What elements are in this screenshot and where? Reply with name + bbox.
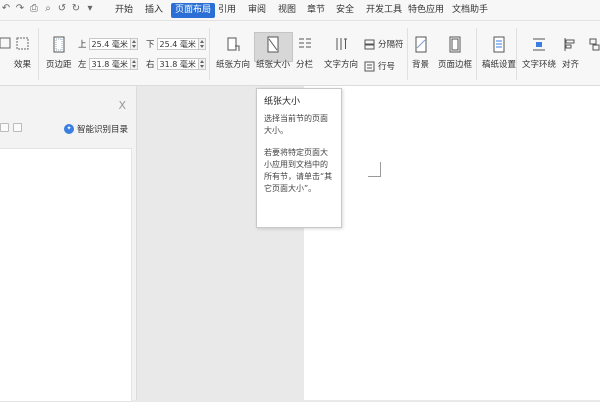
manuscript-icon	[493, 36, 505, 53]
group-icon	[589, 38, 600, 51]
tab-features[interactable]: 特色应用	[404, 3, 448, 18]
smart-toc-icon: ✦	[63, 124, 74, 134]
effects-button[interactable]: 效果	[14, 36, 31, 70]
margin-bottom-spinner[interactable]	[198, 38, 206, 50]
group-button[interactable]	[588, 36, 600, 54]
columns-icon	[298, 38, 311, 48]
undo-arrow-icon[interactable]: ↺	[56, 3, 68, 15]
paper-size-tooltip: 纸张大小 选择当前节的页面大小。 若要将特定页面大小应用到文档中的所有节，请单击…	[256, 88, 342, 228]
navigation-pane: X ✦ 智能识别目录	[0, 86, 137, 402]
separator-label: 分隔符	[378, 40, 404, 50]
line-number-button[interactable]: 行号	[364, 60, 395, 72]
margin-left-row: 左 31.8 毫米	[78, 58, 138, 70]
columns-button[interactable]: 分栏	[296, 36, 313, 70]
margin-right-spinner[interactable]	[198, 58, 206, 70]
background-button[interactable]: 背景	[412, 36, 429, 70]
theme-icon	[0, 37, 11, 49]
margins-button[interactable]: 页边距	[46, 36, 72, 70]
theme-button[interactable]	[0, 36, 14, 54]
effects-icon	[16, 37, 28, 50]
paper-size-icon	[267, 36, 279, 53]
text-wrap-button[interactable]: 文字环绕	[522, 36, 556, 70]
tab-view[interactable]: 视图	[274, 3, 300, 18]
margin-left-input[interactable]: 31.8 毫米	[88, 58, 131, 70]
tab-sections[interactable]: 章节	[303, 3, 329, 18]
manuscript-label: 稿纸设置	[482, 60, 517, 70]
tab-review[interactable]: 审阅	[244, 3, 270, 18]
page-border-icon	[449, 36, 461, 53]
margins-label: 页边距	[46, 60, 72, 70]
dropdown-icon[interactable]: ▾	[84, 3, 96, 15]
separator-icon	[364, 39, 375, 49]
text-direction-icon	[336, 38, 347, 50]
outline-list[interactable]	[0, 148, 132, 402]
redo-icon[interactable]: ↷	[14, 3, 26, 15]
margins-icon	[53, 36, 65, 53]
quick-access-toolbar: ↶ ↷ ⎙ ⌕ ↺ ↻ ▾	[0, 3, 96, 17]
tab-developer[interactable]: 开发工具	[362, 3, 406, 18]
page-border-button[interactable]: 页面边框	[438, 36, 472, 70]
margin-top-spinner[interactable]	[130, 38, 138, 50]
close-icon[interactable]: X	[118, 99, 126, 112]
pane-toggle-group	[0, 123, 22, 132]
smart-toc-button[interactable]: ✦ 智能识别目录	[63, 123, 128, 135]
align-icon	[564, 38, 574, 51]
print-icon[interactable]: ⎙	[28, 3, 40, 15]
tab-home[interactable]: 开始	[111, 3, 137, 18]
text-direction-label: 文字方向	[324, 60, 359, 70]
columns-label: 分栏	[296, 60, 314, 70]
text-wrap-icon	[533, 38, 545, 51]
preview-icon[interactable]: ⌕	[42, 3, 54, 15]
tab-insert[interactable]: 插入	[141, 3, 167, 18]
align-label: 对齐	[562, 60, 580, 70]
tab-references[interactable]: 引用	[214, 3, 240, 18]
paper-size-button[interactable]: 纸张大小	[256, 36, 290, 70]
margin-bottom-row: 下 25.4 毫米	[146, 38, 206, 50]
paper-size-label: 纸张大小	[256, 60, 291, 70]
separator-button[interactable]: 分隔符	[364, 38, 404, 50]
margin-left-spinner[interactable]	[130, 58, 138, 70]
margin-right-label: 右	[146, 60, 155, 70]
margin-right-input[interactable]: 31.8 毫米	[156, 58, 199, 70]
expand-icon[interactable]	[0, 123, 9, 132]
margin-corner-mark	[368, 162, 381, 177]
collapse-icon[interactable]	[13, 123, 22, 132]
smart-toc-label: 智能识别目录	[76, 125, 128, 135]
align-button[interactable]: 对齐	[562, 36, 579, 70]
line-number-icon	[364, 61, 375, 71]
margin-top-input[interactable]: 25.4 毫米	[88, 38, 131, 50]
margin-right-row: 右 31.8 毫米	[146, 58, 206, 70]
orientation-icon	[227, 37, 240, 51]
margin-bottom-input[interactable]: 25.4 毫米	[156, 38, 199, 50]
manuscript-button[interactable]: 稿纸设置	[482, 36, 516, 70]
tooltip-hint: 若要将特定页面大小应用到文档中的所有节，请单击“其它页面大小”。	[264, 148, 333, 193]
menu-bar: ↶ ↷ ⎙ ⌕ ↺ ↻ ▾ 开始 插入 页面布局 引用 审阅 视图 章节 安全 …	[0, 0, 600, 21]
undo-icon[interactable]: ↶	[0, 3, 12, 15]
effects-label: 效果	[14, 60, 32, 70]
margin-top-label: 上	[78, 40, 87, 50]
tab-doc-assistant[interactable]: 文档助手	[448, 3, 492, 18]
text-wrap-label: 文字环绕	[522, 60, 557, 70]
tooltip-description: 选择当前节的页面大小。	[264, 114, 328, 135]
background-icon	[415, 36, 426, 53]
text-direction-button[interactable]: 文字方向	[324, 36, 358, 70]
orientation-label: 纸张方向	[216, 60, 251, 70]
line-number-label: 行号	[378, 62, 396, 72]
page-border-label: 页面边框	[438, 60, 473, 70]
margin-left-label: 左	[78, 60, 87, 70]
tab-security[interactable]: 安全	[332, 3, 358, 18]
tab-page-layout[interactable]: 页面布局	[171, 3, 216, 18]
document-page[interactable]	[304, 86, 600, 400]
orientation-button[interactable]: 纸张方向	[216, 36, 250, 70]
background-label: 背景	[412, 60, 430, 70]
margin-bottom-label: 下	[146, 40, 155, 50]
margin-top-row: 上 25.4 毫米	[78, 38, 138, 50]
tooltip-title: 纸张大小	[264, 97, 301, 107]
redo-arrow-icon[interactable]: ↻	[70, 3, 82, 15]
